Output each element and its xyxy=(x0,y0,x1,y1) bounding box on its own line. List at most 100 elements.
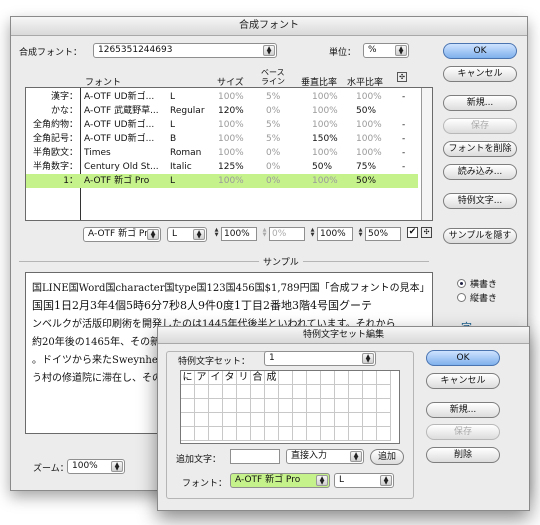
char-cell[interactable] xyxy=(349,371,363,385)
char-cell[interactable] xyxy=(293,427,307,441)
add-char-input[interactable] xyxy=(230,449,280,464)
char-cell[interactable] xyxy=(181,385,195,399)
zoom-select[interactable]: 100% ▲ ▼ xyxy=(67,459,125,474)
char-cell[interactable]: タ xyxy=(223,371,237,385)
sub-save-button[interactable]: 保存 xyxy=(426,424,500,440)
char-cell[interactable] xyxy=(223,385,237,399)
char-cell[interactable] xyxy=(349,413,363,427)
char-cell[interactable] xyxy=(279,399,293,413)
char-cell[interactable] xyxy=(223,413,237,427)
char-cell[interactable] xyxy=(251,399,265,413)
char-cell[interactable] xyxy=(279,371,293,385)
align-options-icon[interactable]: ✣ xyxy=(421,227,432,238)
new-button[interactable]: 新規... xyxy=(443,95,517,111)
char-cell[interactable] xyxy=(181,399,195,413)
edit-style-select[interactable]: L ▲ ▼ xyxy=(167,227,207,242)
char-cell[interactable] xyxy=(307,371,321,385)
edit-baseline-field[interactable]: 0% xyxy=(269,227,305,241)
char-cell[interactable] xyxy=(209,385,223,399)
char-cell[interactable] xyxy=(335,371,349,385)
char-cell[interactable] xyxy=(251,385,265,399)
unit-select[interactable]: % ▲ ▼ xyxy=(363,43,409,58)
hide-sample-button[interactable]: サンプルを隠す xyxy=(443,228,517,244)
char-cell[interactable]: 合 xyxy=(251,371,265,385)
hscale-stepper[interactable]: ▲ ▼ xyxy=(357,228,364,240)
char-cell[interactable] xyxy=(181,413,195,427)
char-cell[interactable]: リ xyxy=(237,371,251,385)
char-cell[interactable] xyxy=(223,399,237,413)
load-button[interactable]: 読み込み... xyxy=(443,164,517,180)
char-cell[interactable] xyxy=(223,427,237,441)
table-scrollbar[interactable] xyxy=(421,88,432,220)
char-cell[interactable] xyxy=(265,427,279,441)
char-cell[interactable] xyxy=(293,385,307,399)
table-row[interactable]: 全角記号： A-OTF UD新ゴ... B 100% 5% 150% 100% - xyxy=(26,132,418,146)
char-cell[interactable] xyxy=(293,413,307,427)
save-button[interactable]: 保存 xyxy=(443,118,517,134)
grid-options-icon[interactable]: ✣ xyxy=(397,72,407,82)
sub-delete-button[interactable]: 削除 xyxy=(426,447,500,463)
char-cell[interactable] xyxy=(265,413,279,427)
char-cell[interactable] xyxy=(307,427,321,441)
char-cell[interactable] xyxy=(265,385,279,399)
char-cell[interactable] xyxy=(307,399,321,413)
char-cell[interactable] xyxy=(265,399,279,413)
char-cell[interactable]: ア xyxy=(195,371,209,385)
char-cell[interactable]: イ xyxy=(209,371,223,385)
baseline-stepper[interactable]: ▲ ▼ xyxy=(261,228,268,240)
char-cell[interactable] xyxy=(321,413,335,427)
char-cell[interactable] xyxy=(279,427,293,441)
char-cell[interactable]: 成 xyxy=(265,371,279,385)
char-cell[interactable] xyxy=(321,427,335,441)
char-cell[interactable] xyxy=(335,413,349,427)
special-chars-button[interactable]: 特例文字... xyxy=(443,193,517,209)
char-cell[interactable] xyxy=(237,413,251,427)
char-cell[interactable] xyxy=(251,413,265,427)
char-cell[interactable] xyxy=(307,385,321,399)
char-cell[interactable]: に xyxy=(181,371,195,385)
char-cell[interactable] xyxy=(237,399,251,413)
size-stepper[interactable]: ▲ ▼ xyxy=(213,228,220,240)
table-row[interactable]: かな： A-OTF 武蔵野草... Regular 120% 0% 100% 50% xyxy=(26,104,418,118)
char-cell[interactable] xyxy=(279,413,293,427)
char-cell[interactable] xyxy=(195,399,209,413)
char-cell[interactable] xyxy=(195,385,209,399)
char-cell[interactable] xyxy=(209,413,223,427)
char-cell[interactable] xyxy=(363,427,377,441)
sub-new-button[interactable]: 新規... xyxy=(426,402,500,418)
char-cell[interactable] xyxy=(181,427,195,441)
char-cell[interactable] xyxy=(335,427,349,441)
char-cell[interactable] xyxy=(349,385,363,399)
char-cell[interactable] xyxy=(209,427,223,441)
table-row[interactable]: 半角数字： Century Old St... Italic 125% 0% 50% 75%… xyxy=(26,160,418,174)
char-set-select[interactable]: 1 ▲ ▼ xyxy=(264,351,376,366)
vscale-stepper[interactable]: ▲ ▼ xyxy=(309,228,316,240)
sub-style-select[interactable]: L ▲ ▼ xyxy=(334,473,394,488)
composite-font-select[interactable]: 1265351244693 ▲ ▼ xyxy=(93,43,277,58)
char-cell[interactable] xyxy=(237,385,251,399)
char-cell[interactable] xyxy=(349,399,363,413)
delete-font-button[interactable]: フォントを削除 xyxy=(443,141,517,157)
edit-font-select[interactable]: A-OTF 新ゴ Pro ▲ ▼ xyxy=(83,227,161,242)
char-cell[interactable] xyxy=(363,399,377,413)
char-cell[interactable] xyxy=(349,427,363,441)
char-cell[interactable] xyxy=(195,413,209,427)
center-checkbox[interactable]: ✔ xyxy=(407,227,418,238)
char-cell[interactable] xyxy=(279,385,293,399)
char-cell[interactable] xyxy=(209,399,223,413)
sub-font-select[interactable]: A-OTF 新ゴ Pro ▲ ▼ xyxy=(230,473,330,488)
char-cell[interactable] xyxy=(377,413,391,427)
table-row[interactable]: 全角約物： A-OTF UD新ゴ... L 100% 5% 100% 100% - xyxy=(26,118,418,132)
char-cell[interactable] xyxy=(335,399,349,413)
char-cell[interactable] xyxy=(363,385,377,399)
char-cell[interactable] xyxy=(293,371,307,385)
char-cell[interactable] xyxy=(251,427,265,441)
char-cell[interactable] xyxy=(237,427,251,441)
char-cell[interactable] xyxy=(321,399,335,413)
char-cell[interactable] xyxy=(293,399,307,413)
char-cell[interactable] xyxy=(377,371,391,385)
edit-vscale-field[interactable]: 100% xyxy=(317,227,353,241)
vertical-radio[interactable] xyxy=(457,293,466,302)
char-cell[interactable] xyxy=(321,385,335,399)
char-grid[interactable]: にアイタリ合成 xyxy=(180,370,400,444)
